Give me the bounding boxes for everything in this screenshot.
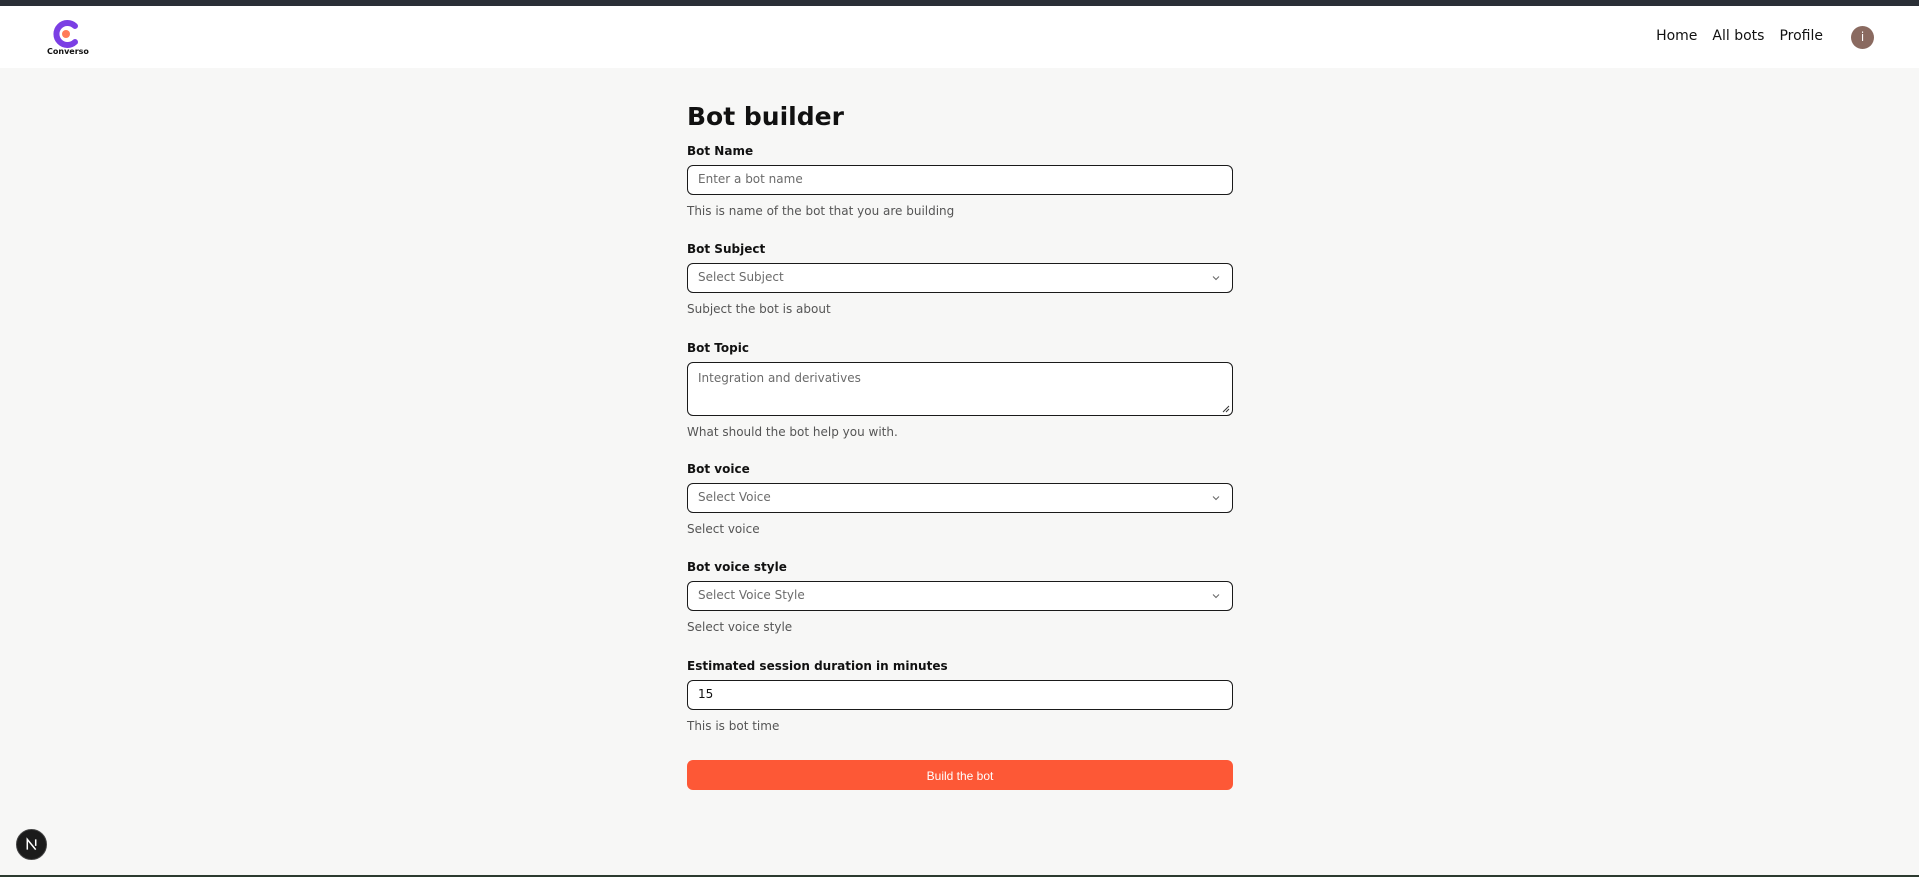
bot-topic-field: Bot Topic Integration and derivatives Wh… — [687, 340, 1233, 440]
bot-subject-field: Bot Subject Select Subject Subject the b… — [687, 241, 1233, 317]
bot-name-input[interactable]: Enter a bot name — [687, 165, 1233, 195]
bot-voice-label: Bot voice — [687, 462, 750, 476]
bot-topic-hint: What should the bot help you with. — [687, 425, 898, 439]
session-duration-label: Estimated session duration in minutes — [687, 659, 948, 673]
bot-name-field: Bot Name Enter a bot name This is name o… — [687, 143, 1233, 219]
session-duration-input[interactable]: 15 — [687, 680, 1233, 710]
nextjs-dev-badge[interactable] — [16, 829, 47, 860]
converso-logo-icon — [53, 20, 78, 48]
chevron-down-icon — [1212, 276, 1220, 281]
bot-subject-hint: Subject the bot is about — [687, 302, 831, 316]
bot-topic-textarea[interactable]: Integration and derivatives — [687, 362, 1233, 416]
bot-voice-style-field: Bot voice style Select Voice Style Selec… — [687, 559, 1233, 635]
build-bot-button[interactable]: Build the bot — [687, 760, 1233, 790]
bot-voice-selected: Select Voice — [698, 490, 771, 504]
bot-builder-form: Bot builder Bot Name Enter a bot name Th… — [687, 100, 1233, 790]
user-avatar[interactable]: i — [1851, 26, 1874, 49]
bot-subject-label: Bot Subject — [687, 242, 766, 256]
session-duration-hint: This is bot time — [687, 719, 780, 733]
bot-voice-style-select[interactable]: Select Voice Style — [687, 581, 1233, 611]
bot-voice-style-selected: Select Voice Style — [698, 588, 805, 602]
brand-name: Converso — [47, 47, 89, 56]
nav-home-link[interactable]: Home — [1656, 28, 1697, 44]
chevron-down-icon — [1212, 496, 1220, 501]
bot-voice-style-label: Bot voice style — [687, 560, 787, 574]
session-duration-field: Estimated session duration in minutes 15… — [687, 658, 1233, 734]
bot-subject-select[interactable]: Select Subject — [687, 263, 1233, 293]
bot-name-label: Bot Name — [687, 144, 754, 158]
bot-subject-selected: Select Subject — [698, 270, 784, 284]
converso-logo[interactable]: Converso — [47, 19, 89, 63]
main-nav: Home All bots Profile — [1656, 28, 1823, 44]
page-title: Bot builder — [687, 102, 844, 131]
bot-name-hint: This is name of the bot that you are bui… — [687, 204, 955, 218]
bot-voice-select[interactable]: Select Voice — [687, 483, 1233, 513]
n-logo-icon — [26, 837, 37, 851]
bot-topic-placeholder: Integration and derivatives — [698, 371, 861, 385]
nav-all-bots-link[interactable]: All bots — [1712, 28, 1764, 44]
chevron-down-icon — [1212, 594, 1220, 599]
nav-profile-link[interactable]: Profile — [1779, 28, 1823, 44]
bot-voice-style-hint: Select voice style — [687, 620, 793, 634]
resize-handle-icon[interactable] — [1221, 404, 1230, 413]
bot-voice-hint: Select voice — [687, 522, 760, 536]
bot-topic-label: Bot Topic — [687, 341, 749, 355]
app-header: Converso Home All bots Profile i — [0, 6, 1919, 68]
bot-voice-field: Bot voice Select Voice Select voice — [687, 461, 1233, 537]
